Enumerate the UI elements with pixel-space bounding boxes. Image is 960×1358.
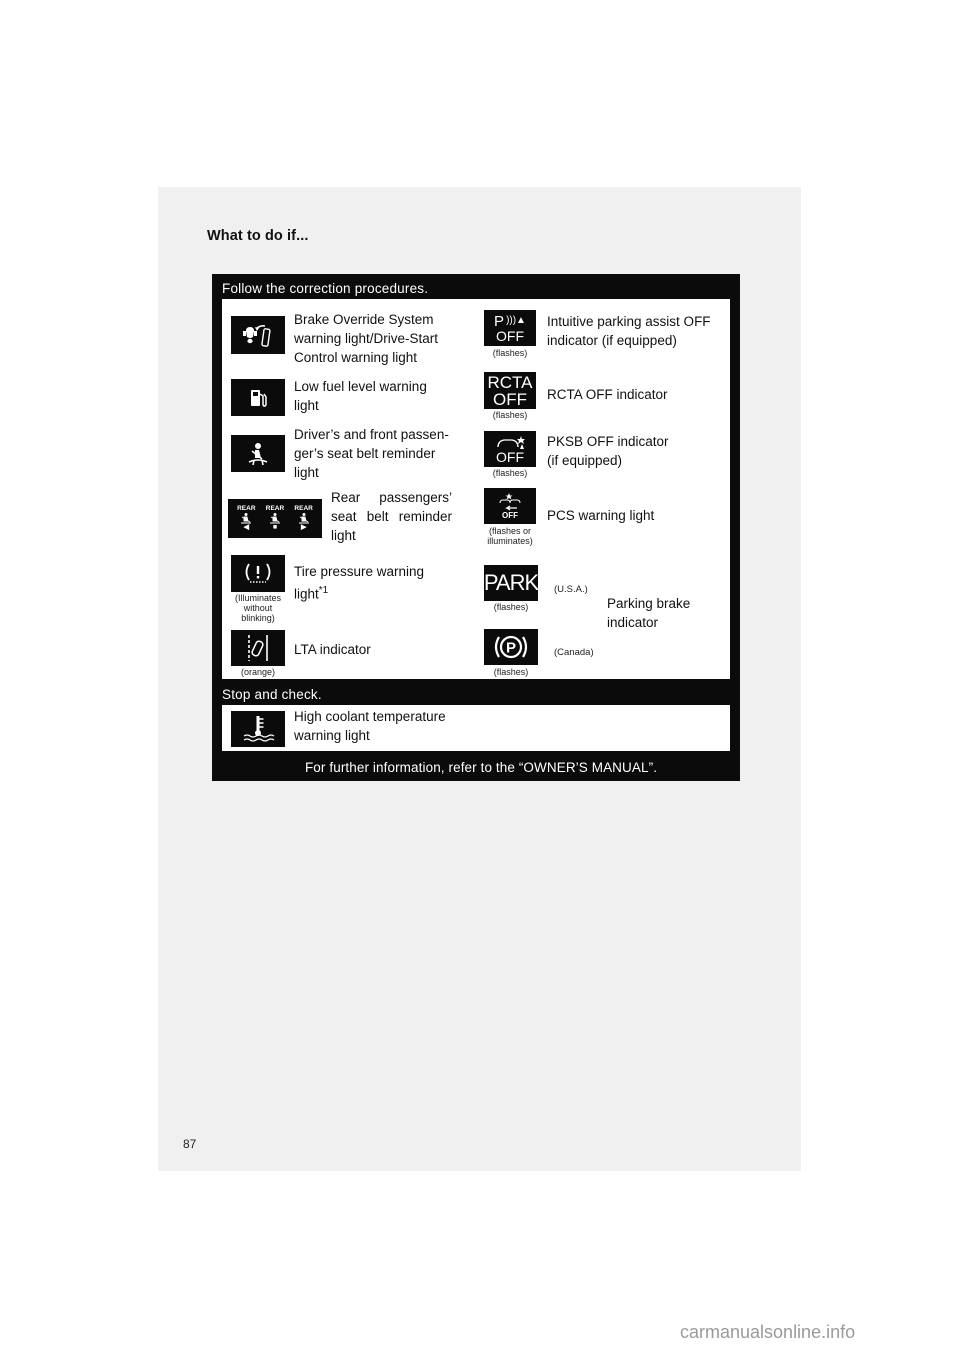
caption-line: illuminates) [487,536,533,546]
coolant-temperature-icon [231,711,285,747]
rear-right-indicator: REAR ▶ [294,505,312,532]
park-canada-caption: (flashes) [493,667,529,677]
icon-off-text: OFF [502,511,518,520]
label-line: ger’s seat belt reminder [294,446,436,461]
seat-belt-icon [231,435,285,472]
label-line: LTA indicator [294,642,371,657]
parking-brake-label: Parking brake indicator [607,594,690,632]
icon-letter: P [494,312,505,330]
parking-assist-caption: (flashes) [492,348,528,358]
footer-note: For further information, refer to the “O… [304,760,658,775]
tire-pressure-label: Tire pressure warning light*1 [294,562,424,604]
seat-belt-label: Driver’s and front passen- ger’s seat be… [294,425,449,482]
rcta-label: RCTA OFF indicator [547,385,668,404]
rear-seat-belt-icon: REAR ◀ REAR ■ REAR ▶ [228,499,322,538]
pcs-glyph [499,493,521,511]
label-line: light*1 [294,581,424,604]
section-title-follow: Follow the correction procedures. [222,281,429,296]
label-line: Parking brake [607,596,691,611]
arrow-right-icon: ▶ [300,524,307,532]
rcta-off-icon: RCTA OFF [484,372,536,409]
label-line: Control warning light [294,350,418,365]
rear-left-indicator: REAR ◀ [237,505,255,532]
svg-text:P: P [506,640,516,657]
lta-caption: (orange) [240,667,276,677]
caption-line: (flashes or [488,526,532,536]
tire-pressure-icon [231,555,285,592]
page-heading: What to do if... [207,228,309,244]
label-line: Intuitive parking assist OFF [547,314,711,329]
pcs-warning-icon: OFF [484,488,536,524]
pcs-caption: (flashes or illuminates) [478,526,542,546]
label-line: light [294,398,319,413]
footnote-marker: *1 [318,585,329,596]
label-text: light [294,586,319,602]
arrow-left-icon: ◀ [243,524,250,532]
square-icon: ■ [272,524,278,532]
brake-override-label: Brake Override System warning light/Driv… [294,310,438,367]
label-line: (if equipped) [547,453,623,468]
stop-section-body: High coolant temperature warning light [222,705,730,751]
label-line: Low fuel level warning [294,379,427,394]
label-line: light [331,528,356,543]
icon-off-text: OFF [493,389,527,409]
rear-center-indicator: REAR ■ [266,505,284,532]
parking-assist-off-icon: P)))▲ OFF [484,310,536,346]
pksb-label: PKSB OFF indicator (if equipped) [547,432,669,470]
rcta-caption: (flashes) [492,410,528,420]
warning-lights-panel: Follow the correction procedures. Brake … [212,274,740,781]
region-canada-label: (Canada) [554,647,594,658]
label-line: warning light [294,728,370,743]
park-usa-caption: (flashes) [493,602,529,612]
label-line: warning light/Drive-Start [294,331,439,346]
pksb-off-icon: OFF [484,431,536,467]
label-line: Driver’s and front passen- [294,427,449,442]
label-line: RCTA OFF indicator [547,387,668,402]
parking-assist-label: Intuitive parking assist OFF indicator (… [547,312,711,350]
rear-seat-belt-label: Rear passengers’ seat belt reminder light [331,488,452,545]
lane-trace-icon [231,630,285,666]
caption-line: blinking) [241,613,275,623]
pksb-caption: (flashes) [492,468,528,478]
pcs-label: PCS warning light [547,506,654,525]
lta-label: LTA indicator [294,640,371,659]
label-line: PKSB OFF indicator [547,434,669,449]
tire-pressure-caption: (Illuminates without blinking) [226,593,290,623]
low-fuel-label: Low fuel level warning light [294,377,427,415]
page-number: 87 [183,1137,197,1151]
label-line: light [294,465,319,480]
coolant-label: High coolant temperature warning light [294,707,446,745]
label-line: Brake Override System [294,312,434,327]
caption-line: (Illuminates [234,593,281,603]
label-line: indicator (if equipped) [547,333,677,348]
car-collision-glyph [497,436,525,449]
icon-off-text: OFF [496,449,524,465]
brake-override-icon [231,316,285,354]
parking-assist-glyph: P)))▲ [494,312,526,330]
icon-rcta-text: RCTA [487,372,533,392]
icon-off-text: OFF [496,327,524,344]
label-line: PCS warning light [547,508,655,523]
label-line: High coolant temperature [294,709,446,724]
section-title-stop: Stop and check. [222,687,322,702]
label-line: Tire pressure warning [294,564,425,579]
label-line: indicator [607,615,659,630]
watermark-link[interactable]: carmanualsonline.info [680,1322,855,1343]
parking-brake-circle-icon: P [484,629,538,665]
park-text-icon: PARK [483,565,539,601]
park-text: PARK [483,570,539,595]
label-line: seat belt reminder [331,509,452,524]
follow-section-body: Brake Override System warning light/Driv… [222,299,730,679]
label-line: Rear passengers’ [331,490,452,505]
fuel-pump-icon [231,379,285,416]
caption-line: without [243,603,273,613]
region-usa-label: (U.S.A.) [554,584,588,595]
